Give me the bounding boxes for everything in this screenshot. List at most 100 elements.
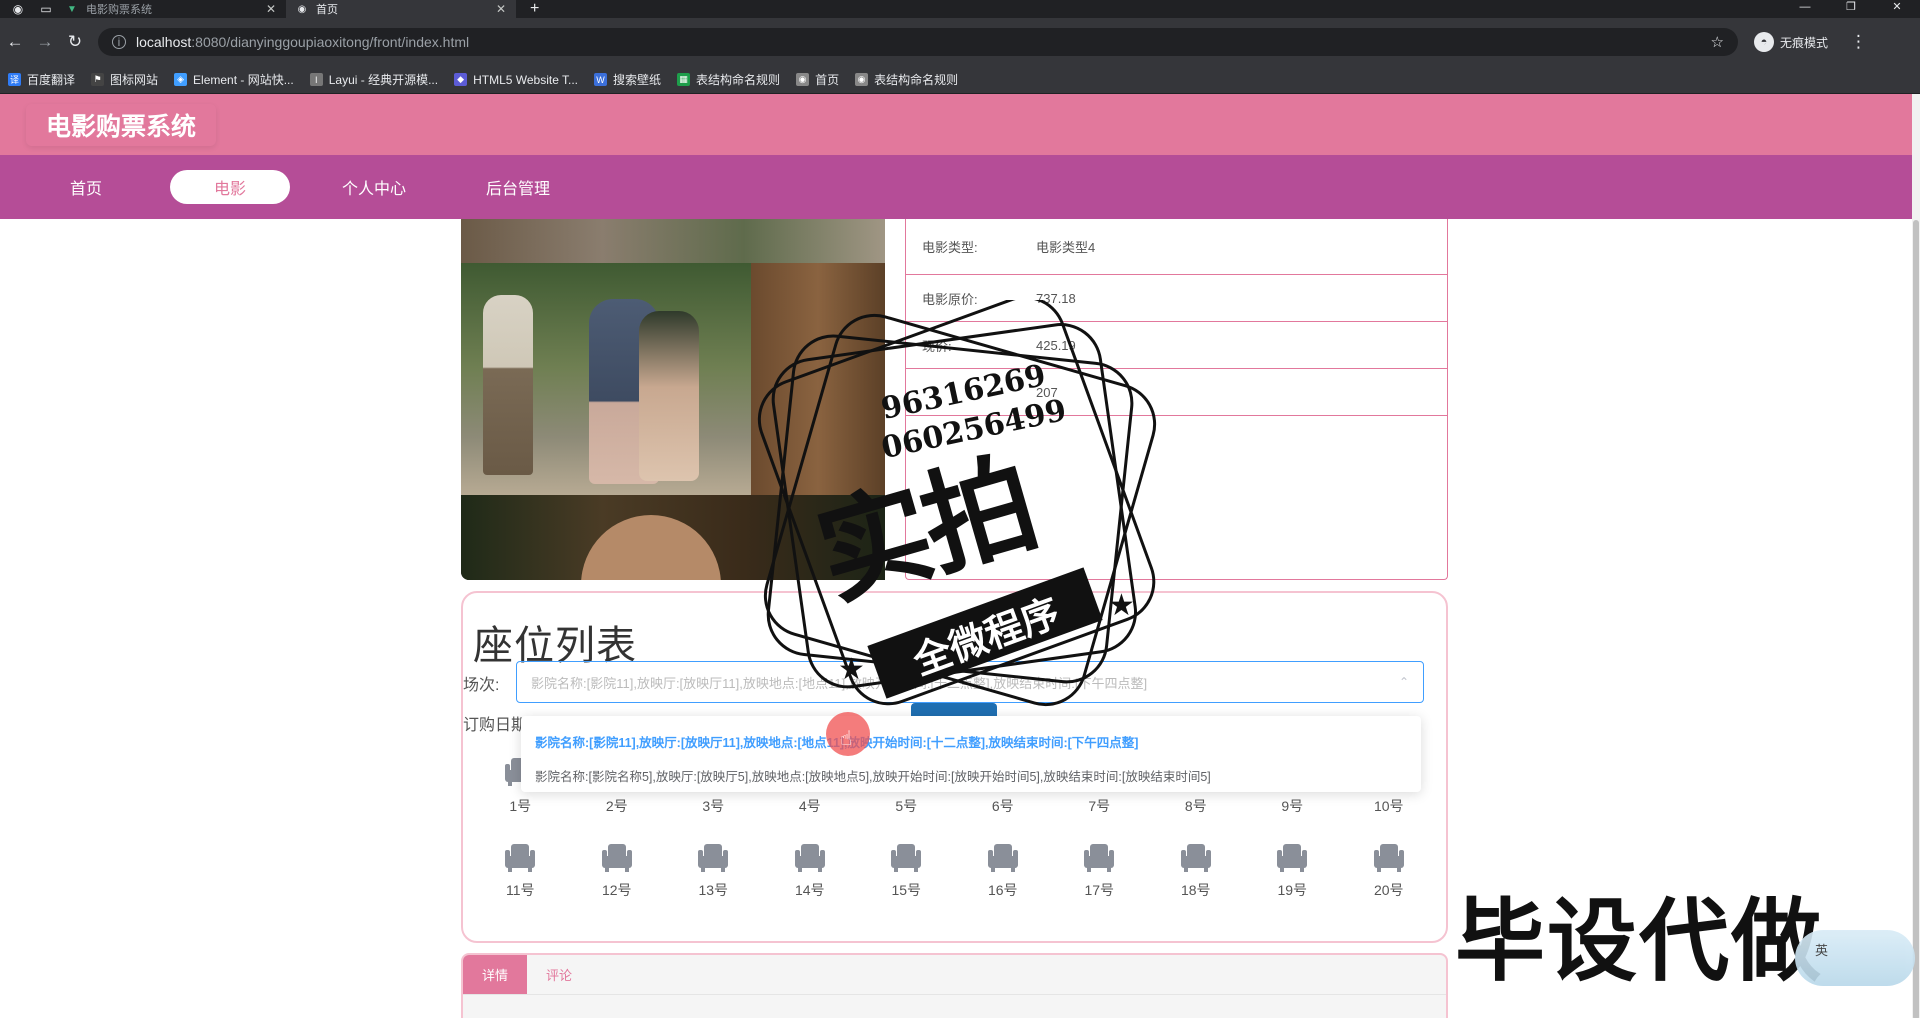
seat[interactable]: 15号 bbox=[858, 844, 955, 930]
site-header: 电影购票系统 bbox=[0, 94, 1912, 155]
bookmark-item[interactable]: ◆ HTML5 Website T... bbox=[454, 73, 578, 87]
bookmark-item[interactable]: ◈ Element - 网站快... bbox=[174, 71, 294, 88]
bookmark-item[interactable]: ▦ 表结构命名规则 bbox=[677, 71, 780, 88]
info-label: 现价: bbox=[922, 338, 952, 354]
seat-icon bbox=[698, 844, 729, 872]
seat-icon bbox=[1180, 844, 1211, 872]
seat[interactable]: 12号 bbox=[569, 844, 666, 930]
url-path: :8080/dianyinggoupiaoxitong/front/index.… bbox=[191, 34, 470, 50]
menu-icon[interactable]: ⋮ bbox=[1850, 32, 1867, 52]
seat-label: 13号 bbox=[698, 882, 729, 898]
detail-tabs-card: 详情 评论 bbox=[461, 953, 1448, 1018]
seat-icon bbox=[505, 844, 536, 872]
seat-label: 11号 bbox=[505, 882, 535, 898]
close-icon[interactable]: ✕ bbox=[266, 2, 276, 16]
tab-comments[interactable]: 评论 bbox=[527, 955, 591, 994]
session-label: 场次: bbox=[463, 677, 500, 694]
info-row-extra: 207 bbox=[906, 369, 1447, 416]
bookmark-item[interactable]: l Layui - 经典开源模... bbox=[309, 71, 439, 88]
bookmark-star-icon[interactable]: ☆ bbox=[1711, 33, 1724, 51]
scrollbar-thumb[interactable] bbox=[1913, 220, 1919, 1018]
element-icon: ◈ bbox=[174, 73, 188, 86]
seat-label: 7号 bbox=[1088, 798, 1111, 814]
seat[interactable]: 17号 bbox=[1051, 844, 1148, 930]
bookmark-item[interactable]: W 搜索壁纸 bbox=[594, 71, 661, 88]
seat[interactable]: 19号 bbox=[1244, 844, 1341, 930]
new-tab-icon[interactable]: + bbox=[530, 0, 539, 18]
bookmark-label: 表结构命名规则 bbox=[696, 73, 781, 87]
url-input[interactable]: i localhost :8080/dianyinggoupiaoxitong/… bbox=[98, 28, 1738, 56]
nav-item-admin[interactable]: 后台管理 bbox=[458, 170, 578, 204]
bookmark-item[interactable]: ⚑ 图标网站 bbox=[91, 71, 158, 88]
incognito-profile[interactable]: ◓ 无痕模式 bbox=[1754, 32, 1828, 52]
close-icon[interactable]: ✕ bbox=[496, 2, 506, 16]
html5-icon: ◆ bbox=[454, 73, 468, 86]
seat-label: 20号 bbox=[1373, 882, 1404, 898]
chrome-icon[interactable]: ◉ bbox=[8, 0, 28, 18]
session-option[interactable]: 影院名称:[影院名称5],放映厅:[放映厅5],放映地点:[放映地点5],放映开… bbox=[521, 758, 1421, 792]
confirm-button[interactable] bbox=[911, 703, 997, 717]
movie-poster bbox=[461, 219, 885, 580]
info-icon[interactable]: i bbox=[112, 35, 126, 49]
seat[interactable]: 13号 bbox=[665, 844, 762, 930]
back-icon[interactable]: ← bbox=[0, 32, 30, 52]
layui-icon: l bbox=[309, 73, 323, 86]
info-value: 207 bbox=[1036, 384, 1058, 400]
window-controls: — ❐ ✕ bbox=[1782, 0, 1920, 18]
seat[interactable]: 16号 bbox=[955, 844, 1052, 930]
address-bar: ← → ↻ i localhost :8080/dianyinggoupiaox… bbox=[0, 18, 1920, 66]
session-select[interactable]: 影院名称:[影院11],放映厅:[放映厅11],放映地点:[地点11],放映开始… bbox=[516, 661, 1424, 703]
globe-icon: ◉ bbox=[297, 3, 307, 15]
session-dropdown: 影院名称:[影院11],放映厅:[放映厅11],放映地点:[地点11],放映开始… bbox=[521, 716, 1421, 792]
seat[interactable]: 11号 bbox=[472, 844, 569, 930]
browser-tab-1[interactable]: ▼ 电影购票系统 ✕ bbox=[56, 0, 286, 18]
browser-tab-2[interactable]: ◉ 首页 ✕ bbox=[286, 0, 516, 18]
info-row-original-price: 电影原价: 737.18 bbox=[906, 275, 1447, 322]
tab-details[interactable]: 详情 bbox=[463, 955, 527, 994]
forward-icon[interactable]: → bbox=[30, 32, 60, 52]
bookmark-item[interactable]: ◉ 首页 bbox=[796, 71, 839, 88]
seat-label: 10号 bbox=[1373, 798, 1404, 814]
seat-icon bbox=[1373, 844, 1404, 872]
nav-item-movies[interactable]: 电影 bbox=[170, 170, 290, 204]
url-host: localhost bbox=[136, 34, 192, 50]
chevron-up-icon: ⌃ bbox=[1398, 675, 1409, 689]
seat-label: 4号 bbox=[798, 798, 821, 814]
seat-label: 18号 bbox=[1180, 882, 1211, 898]
seat-icon bbox=[794, 844, 825, 872]
close-window-icon[interactable]: ✕ bbox=[1874, 0, 1920, 18]
bookmark-label: 百度翻译 bbox=[27, 73, 76, 87]
info-label: 电影类型: bbox=[922, 240, 978, 255]
translate-icon: 译 bbox=[8, 73, 21, 86]
reload-icon[interactable]: ↻ bbox=[60, 32, 90, 52]
site-title[interactable]: 电影购票系统 bbox=[26, 104, 216, 146]
nav-item-home[interactable]: 首页 bbox=[26, 170, 146, 204]
vue-icon: ▼ bbox=[67, 3, 77, 15]
seat-label: 9号 bbox=[1281, 798, 1304, 814]
session-option[interactable]: 影院名称:[影院11],放映厅:[放映厅11],放映地点:[地点11],放映开始… bbox=[521, 724, 1421, 758]
seat-icon bbox=[601, 844, 632, 872]
tab-head: 详情 评论 bbox=[463, 955, 1446, 995]
tab-search-icon[interactable]: ▭ bbox=[36, 0, 56, 18]
seat[interactable]: 20号 bbox=[1341, 844, 1438, 930]
nav-item-profile[interactable]: 个人中心 bbox=[314, 170, 434, 204]
seat-label: 19号 bbox=[1277, 882, 1308, 898]
sheet-icon: ▦ bbox=[677, 73, 691, 86]
minimize-icon[interactable]: — bbox=[1782, 0, 1828, 18]
ime-floating-widget[interactable]: 英 bbox=[1795, 930, 1915, 986]
info-row-current-price: 现价: 425.19 bbox=[906, 322, 1447, 369]
bookmark-item[interactable]: ◉ 表结构命名规则 bbox=[855, 71, 958, 88]
seat[interactable]: 14号 bbox=[762, 844, 859, 930]
bookmark-item[interactable]: 译百度翻译 bbox=[8, 71, 75, 88]
bookmarks-bar: 译百度翻译 ⚑ 图标网站 ◈ Element - 网站快... l Layui - 经… bbox=[0, 66, 1920, 94]
bookmark-label: Layui - 经典开源模... bbox=[328, 73, 439, 87]
seat[interactable]: 18号 bbox=[1148, 844, 1245, 930]
seat-label: 8号 bbox=[1184, 798, 1207, 814]
hand-cursor-icon: ☝ bbox=[840, 728, 853, 750]
browser-tab-bar: ◉ ▭ ▼ 电影购票系统 ✕ ◉ 首页 ✕ + — ❐ ✕ bbox=[0, 0, 1920, 18]
page-scrollbar[interactable] bbox=[1912, 94, 1920, 1018]
globe-icon: ◉ bbox=[855, 73, 869, 86]
restore-icon[interactable]: ❐ bbox=[1828, 0, 1874, 18]
bookmark-label: 图标网站 bbox=[110, 73, 159, 87]
movie-info-table: 电影类型: 电影类型4 电影原价: 737.18 现价: 425.19 207 bbox=[905, 219, 1448, 580]
